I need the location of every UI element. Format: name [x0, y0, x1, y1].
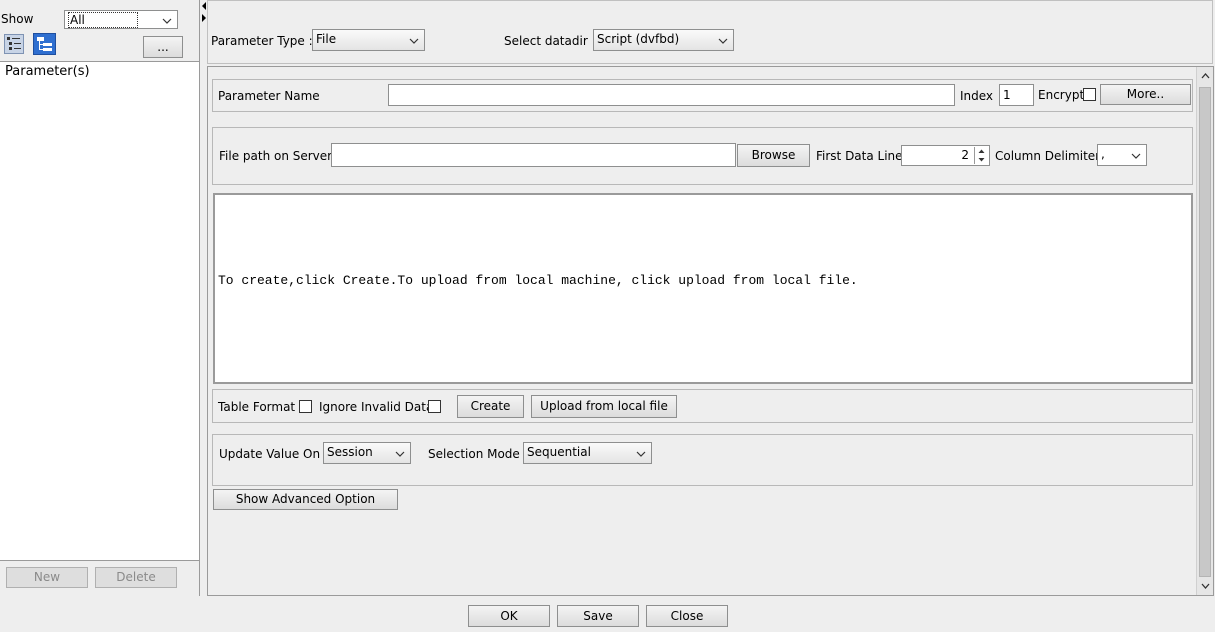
- table-format-label: Table Format: [218, 400, 296, 414]
- show-filter-value: All: [68, 12, 138, 28]
- index-label: Index: [960, 89, 994, 103]
- parameter-name-label: Parameter Name: [218, 89, 320, 103]
- show-advanced-option-button[interactable]: Show Advanced Option: [213, 489, 398, 510]
- data-editor[interactable]: To create,click Create.To upload from lo…: [213, 193, 1193, 384]
- chevron-down-icon: [718, 38, 728, 44]
- parameter-type-select[interactable]: File: [312, 29, 425, 51]
- chevron-down-icon: [1131, 153, 1141, 159]
- column-delimiter-select[interactable]: ,: [1097, 144, 1147, 166]
- list-tree-icon[interactable]: [4, 34, 24, 54]
- encrypt-label: Encrypt: [1038, 88, 1085, 102]
- file-path-input[interactable]: [331, 143, 736, 167]
- chevron-down-icon: [395, 451, 405, 457]
- datadir-label: Select datadir :: [504, 34, 596, 48]
- spinner-down-icon[interactable]: [975, 156, 988, 164]
- update-value-on-select[interactable]: Session: [323, 442, 411, 464]
- save-button[interactable]: Save: [557, 605, 639, 627]
- encrypt-checkbox[interactable]: [1083, 88, 1096, 101]
- vertical-scrollbar[interactable]: [1196, 67, 1213, 595]
- upload-local-file-button[interactable]: Upload from local file: [531, 395, 677, 418]
- chevron-down-icon: [409, 38, 419, 44]
- parameter-type-value: File: [316, 32, 337, 46]
- editor-hint-text: To create,click Create.To upload from lo…: [218, 273, 858, 288]
- tree-root-parameters[interactable]: Parameter(s): [5, 64, 90, 79]
- first-data-line-label: First Data Line: [816, 149, 903, 163]
- selection-mode-label: Selection Mode: [428, 447, 520, 461]
- parameter-tree[interactable]: Parameter(s): [0, 61, 199, 561]
- datadir-value: Script (dvfbd): [597, 32, 680, 46]
- ignore-invalid-label: Ignore Invalid Data: [319, 400, 434, 414]
- index-input[interactable]: 1: [999, 84, 1034, 106]
- file-path-label: File path on Server: [219, 149, 333, 163]
- column-delimiter-label: Column Delimiter: [995, 149, 1101, 163]
- spinner-up-icon[interactable]: [975, 147, 988, 155]
- hierarchy-icon[interactable]: [33, 33, 56, 55]
- show-filter-select[interactable]: All: [64, 10, 178, 29]
- table-format-checkbox[interactable]: [299, 400, 312, 413]
- update-value-on-value: Session: [327, 445, 373, 459]
- create-button[interactable]: Create: [457, 395, 524, 418]
- new-button[interactable]: New: [6, 567, 88, 588]
- ok-button[interactable]: OK: [468, 605, 550, 627]
- scroll-up-icon[interactable]: [1198, 69, 1213, 84]
- scroll-thumb[interactable]: [1199, 87, 1211, 577]
- show-label: Show: [1, 12, 34, 26]
- chevron-down-icon: [636, 451, 646, 457]
- more-options-button[interactable]: ...: [143, 36, 183, 58]
- browse-button[interactable]: Browse: [737, 144, 810, 167]
- selection-mode-select[interactable]: Sequential: [523, 442, 652, 464]
- parameter-type-label: Parameter Type :: [211, 34, 313, 48]
- delete-button[interactable]: Delete: [95, 567, 177, 588]
- spinner-buttons[interactable]: [974, 147, 988, 164]
- more-button[interactable]: More..: [1100, 84, 1191, 105]
- selection-mode-value: Sequential: [527, 445, 591, 459]
- ignore-invalid-checkbox[interactable]: [428, 400, 441, 413]
- scroll-down-icon[interactable]: [1198, 578, 1213, 593]
- column-delimiter-value: ,: [1101, 147, 1105, 161]
- update-value-on-label: Update Value On: [219, 447, 321, 461]
- datadir-select[interactable]: Script (dvfbd): [593, 29, 734, 51]
- chevron-down-icon: [162, 18, 172, 24]
- close-button[interactable]: Close: [646, 605, 728, 627]
- parameter-name-input[interactable]: [388, 84, 955, 106]
- first-data-line-value: 2: [961, 148, 969, 162]
- first-data-line-spinner[interactable]: 2: [901, 145, 990, 166]
